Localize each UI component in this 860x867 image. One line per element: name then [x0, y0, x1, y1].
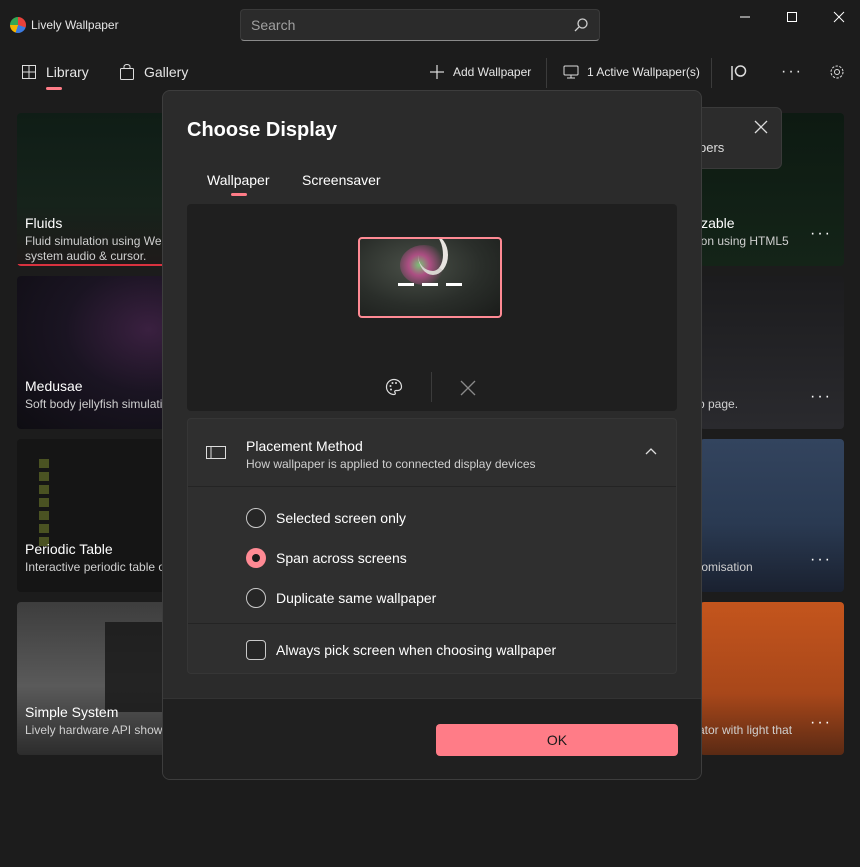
maximize-button[interactable]	[777, 6, 807, 28]
placement-method-subtitle: How wallpaper is applied to connected di…	[246, 457, 536, 471]
close-icon[interactable]	[754, 120, 768, 134]
add-wallpaper-button[interactable]: Add Wallpaper	[429, 64, 531, 80]
gear-icon	[830, 65, 844, 79]
toolbar-divider	[546, 58, 547, 88]
wallpaper-card[interactable]: Fluids Fluid simulation using Web system…	[17, 113, 172, 266]
notification-toast: pers	[699, 107, 782, 169]
minimize-button[interactable]	[730, 6, 760, 28]
card-description: ator with light that	[700, 723, 793, 737]
settings-button[interactable]	[829, 64, 845, 80]
card-more-icon[interactable]: ···	[810, 551, 832, 569]
monitor-icon	[563, 65, 579, 79]
radio-label: Duplicate same wallpaper	[276, 590, 437, 606]
choose-display-dialog: Choose Display Wallpaper Screensaver Pla…	[162, 90, 702, 780]
nav-library-label: Library	[46, 64, 89, 80]
nav-gallery[interactable]: Gallery	[120, 64, 188, 80]
card-description: system audio & cursor.	[25, 249, 147, 263]
chevron-up-icon[interactable]	[645, 447, 657, 455]
placement-method-title: Placement Method	[246, 438, 363, 454]
patreon-button[interactable]	[730, 64, 748, 82]
card-title: izable	[700, 215, 735, 231]
placement-method-header[interactable]: Placement Method How wallpaper is applie…	[188, 419, 676, 487]
app-logo-icon	[10, 17, 26, 33]
placement-method-panel: Placement Method How wallpaper is applie…	[187, 418, 677, 674]
radio-span-across[interactable]: Span across screens	[246, 548, 407, 568]
card-selected-indicator	[17, 264, 172, 266]
search-input[interactable]	[241, 10, 561, 40]
always-pick-checkbox-row[interactable]: Always pick screen when choosing wallpap…	[246, 640, 556, 660]
card-description: Interactive periodic table o	[25, 560, 166, 574]
active-wallpapers-button[interactable]: 1 Active Wallpaper(s)	[563, 64, 700, 80]
section-divider	[188, 623, 676, 624]
nav-library[interactable]: Library	[22, 64, 89, 80]
wallpaper-card[interactable]: Periodic Table Interactive periodic tabl…	[17, 439, 172, 592]
radio-selected-screen[interactable]: Selected screen only	[246, 508, 406, 528]
checkbox-label: Always pick screen when choosing wallpap…	[276, 642, 557, 658]
nav-gallery-label: Gallery	[144, 64, 189, 80]
span-dash	[446, 283, 462, 286]
wallpaper-card[interactable]: tomisation ···	[700, 439, 844, 592]
card-description: ion using HTML5	[700, 234, 789, 248]
wallpaper-card[interactable]: Medusae Soft body jellyfish simulati	[17, 276, 172, 429]
more-options-button[interactable]: ···	[781, 63, 803, 81]
radio-button[interactable]	[246, 588, 266, 608]
close-icon	[833, 11, 845, 23]
gallery-bag-icon	[120, 64, 134, 80]
card-more-icon[interactable]: ···	[810, 714, 832, 732]
tab-screensaver[interactable]: Screensaver	[302, 172, 381, 188]
dialog-title: Choose Display	[187, 119, 338, 141]
span-dash	[422, 283, 438, 286]
card-description: b page.	[700, 397, 739, 411]
plus-icon	[430, 65, 444, 79]
card-title: Medusae	[25, 378, 83, 394]
display-selector	[187, 204, 677, 411]
nav-selection-indicator	[46, 87, 62, 90]
card-description: Lively hardware API showc	[25, 723, 169, 737]
display-layout-icon	[206, 446, 226, 459]
patreon-icon	[731, 65, 747, 80]
dialog-footer: OK	[163, 698, 701, 779]
palette-icon[interactable]	[385, 378, 403, 396]
radio-button-checked[interactable]	[246, 548, 266, 568]
more-icon: ···	[781, 63, 803, 80]
minimize-icon	[740, 16, 750, 18]
card-more-icon[interactable]: ···	[810, 388, 832, 406]
search-icon[interactable]	[573, 17, 589, 33]
span-dash	[398, 283, 414, 286]
library-grid-icon	[22, 65, 36, 79]
tab-selection-indicator	[231, 193, 247, 196]
card-description: Soft body jellyfish simulati	[25, 397, 163, 411]
tab-wallpaper[interactable]: Wallpaper	[207, 172, 270, 188]
card-description: Fluid simulation using Web	[25, 234, 169, 248]
close-wallpaper-icon[interactable]	[460, 380, 476, 396]
search-box[interactable]	[240, 9, 600, 41]
toast-text: pers	[699, 140, 725, 155]
display-monitor[interactable]	[358, 237, 502, 318]
radio-label: Span across screens	[276, 550, 407, 566]
radio-duplicate[interactable]: Duplicate same wallpaper	[246, 588, 436, 608]
title-bar: Lively Wallpaper	[0, 0, 860, 50]
wallpaper-card[interactable]: b page. ···	[700, 276, 844, 429]
radio-label: Selected screen only	[276, 510, 406, 526]
wallpaper-card[interactable]: ator with light that ···	[700, 602, 844, 755]
wallpaper-card[interactable]: Simple System Lively hardware API showc	[17, 602, 172, 755]
card-description: tomisation	[700, 560, 753, 574]
radio-button[interactable]	[246, 508, 266, 528]
toolbar-divider	[711, 58, 712, 88]
ok-button[interactable]: OK	[436, 724, 678, 756]
action-divider	[431, 372, 432, 402]
card-title: Periodic Table	[25, 541, 113, 557]
card-title: Simple System	[25, 704, 119, 720]
card-title: Fluids	[25, 215, 63, 231]
active-wallpapers-label: 1 Active Wallpaper(s)	[587, 65, 700, 79]
always-pick-checkbox[interactable]	[246, 640, 266, 660]
maximize-icon	[787, 12, 797, 22]
periodic-preview	[39, 459, 49, 549]
app-title: Lively Wallpaper	[31, 18, 119, 32]
add-wallpaper-label: Add Wallpaper	[453, 65, 532, 79]
close-window-button[interactable]	[824, 6, 854, 28]
card-more-icon[interactable]: ···	[810, 225, 832, 243]
